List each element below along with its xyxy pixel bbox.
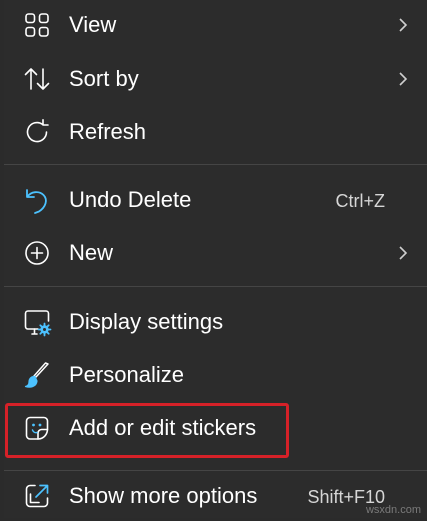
- menu-item-label: View: [69, 12, 117, 37]
- menu-item-label: Refresh: [69, 119, 147, 144]
- menu-item-new[interactable]: New: [4, 228, 427, 278]
- chevron-right-icon: [397, 245, 409, 261]
- menu-item-label: Sort by: [69, 66, 139, 91]
- chevron-right-icon: [397, 71, 409, 87]
- menu-item-label: New: [69, 240, 114, 265]
- menu-item-sort-by[interactable]: Sort by: [4, 54, 427, 104]
- keyboard-shortcut: Ctrl+Z: [335, 191, 386, 211]
- menu-item-show-more-options[interactable]: Show more options Shift+F10: [4, 471, 427, 521]
- menu-item-display-settings[interactable]: Display settings: [4, 297, 427, 347]
- menu-divider: [4, 286, 427, 287]
- grid-view-icon: [22, 10, 52, 40]
- menu-item-label: Show more options: [69, 483, 258, 508]
- plus-circle-icon: [22, 238, 52, 268]
- undo-icon: [22, 185, 52, 215]
- menu-divider: [4, 164, 427, 165]
- open-external-icon: [22, 481, 52, 511]
- display-settings-icon: [22, 307, 52, 337]
- refresh-icon: [22, 117, 52, 147]
- chevron-right-icon: [397, 17, 409, 33]
- menu-item-view[interactable]: View: [4, 0, 427, 50]
- menu-item-refresh[interactable]: Refresh: [4, 107, 427, 157]
- menu-item-label: Display settings: [69, 309, 224, 334]
- menu-item-personalize[interactable]: Personalize: [4, 350, 427, 400]
- sort-arrows-icon: [22, 64, 52, 94]
- menu-item-undo-delete[interactable]: Undo Delete Ctrl+Z: [4, 175, 427, 225]
- watermark: wsxdn.com: [365, 504, 421, 516]
- menu-item-label: Undo Delete: [69, 187, 192, 212]
- menu-item-label: Personalize: [69, 362, 184, 387]
- highlight-box: [5, 403, 289, 458]
- paintbrush-icon: [22, 360, 52, 390]
